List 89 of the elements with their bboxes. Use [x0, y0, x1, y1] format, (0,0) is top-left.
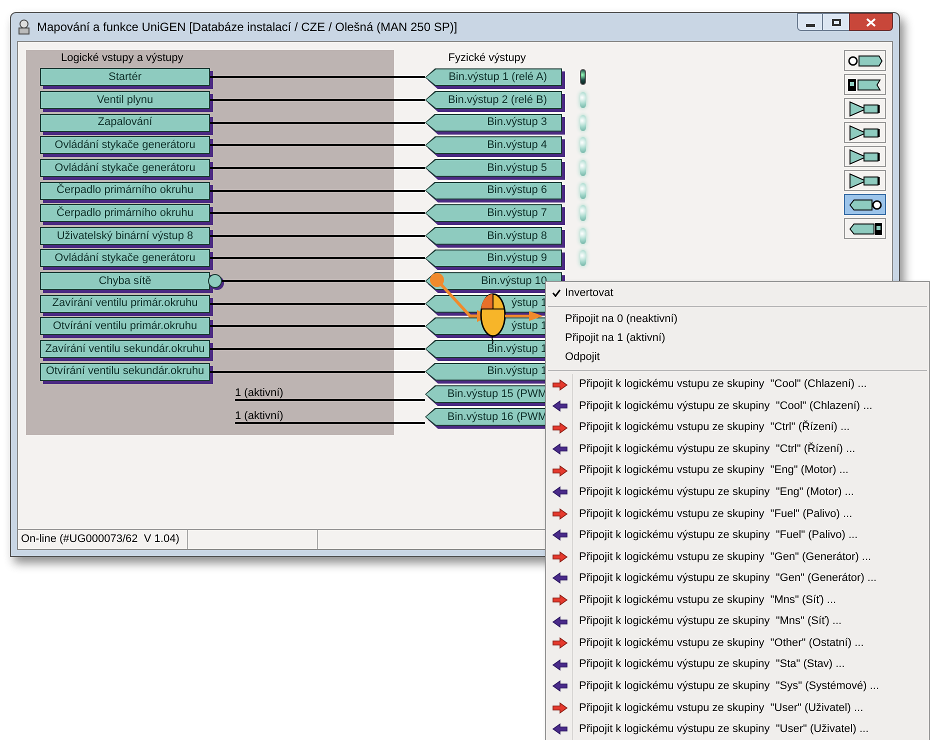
gauge-block-icon — [847, 76, 883, 92]
status-text: On-line (#UG000073/62 V 1.04) — [18, 530, 188, 549]
mouse-icon — [480, 293, 506, 344]
menu-item[interactable]: Připojit k logickému výstupu ze skupiny "Gen" (Generátor) ... — [579, 570, 877, 587]
menu-item[interactable]: Připojit k logickému výstupu ze skupiny "Sys" (Systémové) ... — [579, 678, 880, 694]
logical-signal-block[interactable]: Zapalování — [40, 114, 210, 132]
logical-signal-block[interactable]: Ovládání stykače generátoru — [40, 249, 210, 268]
physical-output-block[interactable]: Bin.výstup 6 — [426, 182, 561, 199]
right-arrow-icon — [552, 637, 568, 650]
menu-item[interactable]: Připojit k logickému výstupu ze skupiny "Fuel" (Palivo) ... — [579, 527, 858, 544]
right-arrow-icon — [552, 702, 568, 714]
logical-signal-block[interactable]: Zavírání ventilu primár.okruhu — [40, 294, 210, 313]
amplifier-block-icon — [847, 148, 883, 164]
constant-value: 1 (aktivní) — [235, 387, 284, 400]
left-arrow-icon — [552, 400, 568, 412]
left-arrow-icon — [552, 529, 568, 542]
left-arrow-icon — [552, 723, 568, 736]
logical-signal-block[interactable]: Uživatelský binární výstup 8 — [40, 226, 210, 245]
app-icon — [17, 19, 31, 35]
physical-output-block[interactable]: Bin.výstup 7 — [426, 205, 561, 222]
menu-item[interactable]: Připojit k logickému vstupu ze skupiny "Eng" (Motor) ... — [579, 462, 848, 479]
led-block-icon — [847, 52, 883, 68]
logical-signal-block[interactable]: Ventil plynu — [40, 90, 210, 109]
menu-item[interactable]: Připojit k logickému výstupu ze skupiny "Sta" (Stav) ... — [579, 656, 845, 673]
menu-item[interactable]: Připojit k logickému výstupu ze skupiny "Eng" (Motor) ... — [579, 484, 854, 501]
toolbar-button[interactable] — [844, 170, 886, 191]
minimize-button[interactable] — [797, 13, 823, 31]
amplifier-block-icon — [847, 172, 883, 188]
logical-signal-block[interactable]: Otvírání ventilu primár.okruhu — [40, 317, 210, 336]
amplifier-block-icon — [847, 124, 883, 140]
close-button[interactable] — [849, 13, 893, 31]
logical-signal-block[interactable]: Startér — [40, 68, 210, 86]
close-icon — [866, 18, 876, 26]
logical-signal-block[interactable]: Ovládání stykače generátoru — [40, 136, 210, 154]
physical-output-block[interactable]: Bin.výstup 2 (relé B) — [426, 92, 561, 108]
right-arrow-icon — [552, 594, 568, 606]
maximize-icon — [832, 18, 840, 26]
toolbar-button[interactable] — [844, 122, 886, 143]
physical-output-block[interactable]: Bin.výstup 9 — [426, 250, 561, 266]
block-gauge-icon — [847, 220, 883, 236]
logical-signal-block[interactable]: Ovládání stykače generátoru — [40, 158, 210, 177]
left-arrow-icon — [552, 572, 568, 584]
physical-output-block[interactable]: Bin.výstup 4 — [426, 137, 561, 154]
menu-item[interactable]: Připojit k logickému výstupu ze skupiny "User" (Uživatel) ... — [579, 721, 869, 738]
logical-signal-block[interactable]: Chyba sítě — [40, 272, 210, 290]
left-arrow-icon — [552, 658, 568, 671]
right-arrow-icon — [552, 508, 568, 520]
logical-signal-block[interactable]: Čerpadlo primárního okruhu — [40, 204, 210, 222]
constant-value: 1 (aktivní) — [235, 410, 284, 422]
left-arrow-icon — [552, 486, 568, 498]
block-led-icon — [847, 196, 883, 212]
minimize-icon — [806, 24, 814, 26]
physical-output-block[interactable]: Bin.výstup 5 — [426, 160, 561, 176]
right-arrow-icon — [552, 378, 568, 391]
menu-item[interactable]: Připojit k logickému vstupu ze skupiny "Cool" (Chlazení) ... — [579, 376, 867, 393]
panel-heading: Logické vstupy a výstupy — [61, 50, 184, 66]
toolbar-button[interactable] — [844, 50, 886, 71]
toolbar-button[interactable] — [844, 74, 886, 95]
menu-item[interactable]: Připojit na 0 (neaktivní) — [548, 310, 927, 329]
window-title: Mapování a funkce UniGEN [Databáze instalací / CZE / Olešná (MAN 250 SP)] — [37, 19, 458, 36]
panel-heading: Fyzické výstupy — [448, 50, 526, 66]
logical-signal-block[interactable]: Čerpadlo primárního okruhu — [40, 182, 210, 200]
menu-item[interactable]: Připojit k logickému vstupu ze skupiny "Gen" (Generátor) ... — [579, 548, 872, 566]
logical-signal-block[interactable]: Otvírání ventilu sekundár.okruhu — [40, 362, 210, 381]
menu-item[interactable]: Připojit k logickému vstupu ze skupiny "Mns" (Síť) ... — [579, 592, 836, 608]
pointer-arrow — [505, 311, 543, 321]
left-arrow-icon — [552, 616, 568, 628]
right-arrow-icon — [552, 550, 568, 563]
maximize-button[interactable] — [823, 13, 849, 31]
menu-item[interactable]: Připojit k logickému výstupu ze skupiny "Ctrl" (Řízení) ... — [579, 440, 856, 458]
menu-item[interactable]: Připojit k logickému výstupu ze skupiny "Mns" (Síť) ... — [579, 613, 842, 630]
physical-output-block[interactable]: Bin.výstup 3 — [426, 114, 561, 131]
left-arrow-icon — [552, 443, 568, 456]
menu-item[interactable]: Připojit k logickému vstupu ze skupiny "Other" (Ostatní) ... — [579, 634, 864, 652]
right-arrow-icon — [552, 422, 568, 434]
toolbar-button[interactable] — [844, 218, 886, 239]
menu-item[interactable]: Připojit k logickému výstupu ze skupiny "Cool" (Chlazení) ... — [579, 398, 872, 414]
left-arrow-icon — [552, 680, 568, 692]
toolbar-button[interactable] — [844, 194, 886, 215]
toolbar-button[interactable] — [844, 98, 886, 119]
toolbar-button[interactable] — [844, 146, 886, 167]
physical-output-block[interactable]: Bin.výstup 1 (relé A) — [426, 69, 561, 86]
logical-signal-block[interactable]: Zavírání ventilu sekundár.okruhu — [40, 340, 210, 358]
right-arrow-icon — [552, 464, 568, 477]
menu-item[interactable]: Připojit k logickému vstupu ze skupiny "Ctrl" (Řízení) ... — [579, 419, 850, 436]
physical-output-block[interactable]: Bin.výstup 8 — [426, 228, 561, 244]
menu-item[interactable]: Připojit k logickému vstupu ze skupiny "User" (Uživatel) ... — [579, 700, 864, 716]
amplifier-block-icon — [847, 100, 883, 116]
menu-item[interactable]: Připojit k logickému vstupu ze skupiny "Fuel" (Palivo) ... — [579, 506, 852, 522]
